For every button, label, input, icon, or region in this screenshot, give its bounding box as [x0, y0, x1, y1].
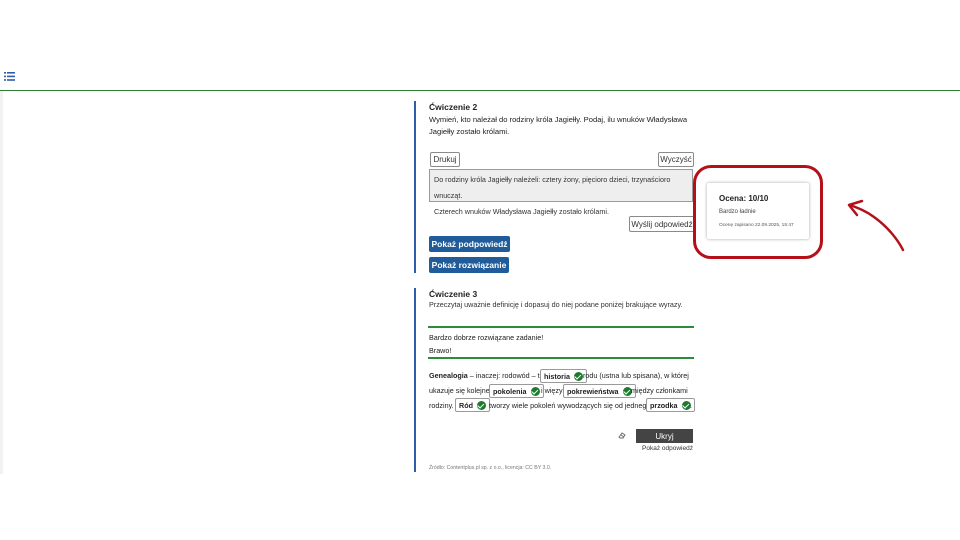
- top-bar: [0, 0, 960, 91]
- check-icon: [476, 400, 486, 410]
- check-icon: [530, 386, 540, 396]
- definition-text-1b: rodu (ustna lub spisana), w której: [583, 371, 689, 380]
- exercise2-prompt-line2: Jagiełły zostało królami.: [429, 127, 510, 136]
- left-panel-edge: [0, 91, 3, 474]
- feedback-text: Brawo!: [429, 346, 452, 355]
- definition-text-2a: ukazuje się kolejne: [429, 386, 490, 395]
- definition-text-2b: i więzy: [541, 386, 563, 395]
- chip-rod[interactable]: Ród: [455, 398, 490, 412]
- show-hint-button[interactable]: Pokaż podpowiedź: [429, 236, 510, 252]
- list-menu-icon[interactable]: [4, 72, 15, 81]
- definition-text-3a: rodziny.: [429, 401, 454, 410]
- source-note: Źródło: Contentplus.pl sp. z o.o., licen…: [429, 465, 552, 471]
- annotation-ring: [693, 165, 823, 259]
- chip-label: przodka: [650, 400, 678, 410]
- annotation-arrow-icon: [847, 199, 905, 252]
- definition-text-1a: – inaczej: rodowód – to: [467, 371, 544, 380]
- chip-przodka[interactable]: przodka: [646, 398, 695, 412]
- feedback-top-line: [428, 326, 694, 328]
- exercise3-prompt: Przeczytaj uważnie definicję i dopasuj d…: [429, 300, 683, 309]
- chip-label: pokrewieństwa: [567, 386, 619, 396]
- chip-pokrewienstwa[interactable]: pokrewieństwa: [563, 384, 636, 398]
- definition-line1: Genealogia – inaczej: rodowód – to: [429, 371, 544, 380]
- chip-label: pokolenia: [493, 386, 527, 396]
- definition-text-2c: między członkami: [631, 386, 688, 395]
- exercise3-title: Ćwiczenie 3: [429, 289, 478, 299]
- show-answer-link[interactable]: Pokaż odpowiedź: [642, 445, 693, 452]
- feedback-title: Bardzo dobrze rozwiązane zadanie!: [429, 333, 544, 342]
- chip-historia[interactable]: historia: [540, 369, 587, 383]
- hide-button[interactable]: Ukryj: [636, 429, 693, 443]
- feedback-bottom-line: [428, 357, 694, 359]
- send-answer-button[interactable]: Wyślij odpowiedź: [629, 216, 695, 232]
- chip-label: Ród: [459, 400, 473, 410]
- print-button[interactable]: Drukuj: [430, 152, 460, 167]
- definition-text-3c: .: [690, 401, 692, 410]
- eraser-icon[interactable]: [618, 432, 626, 439]
- definition-term: Genealogia: [429, 371, 468, 380]
- answer-textarea[interactable]: Do rodziny króla Jagiełły należeli: czte…: [429, 169, 693, 216]
- exercise2-prompt-line1: Wymień, kto należał do rodziny króla Jag…: [429, 115, 688, 124]
- answer-line1: Do rodziny króla Jagiełły należeli: czte…: [434, 175, 671, 200]
- definition-text-3b: tworzy wiele pokoleń wywodzących się od …: [489, 401, 651, 410]
- exercise2-title: Ćwiczenie 2: [429, 102, 478, 112]
- show-solution-button[interactable]: Pokaż rozwiązanie: [429, 257, 509, 273]
- clear-button[interactable]: Wyczyść: [658, 152, 694, 167]
- chip-pokolenia[interactable]: pokolenia: [489, 384, 544, 398]
- chip-label: historia: [544, 371, 570, 381]
- check-icon: [573, 371, 583, 381]
- exercise2-accent-bar: [414, 101, 416, 273]
- exercise3-accent-bar: [414, 288, 416, 472]
